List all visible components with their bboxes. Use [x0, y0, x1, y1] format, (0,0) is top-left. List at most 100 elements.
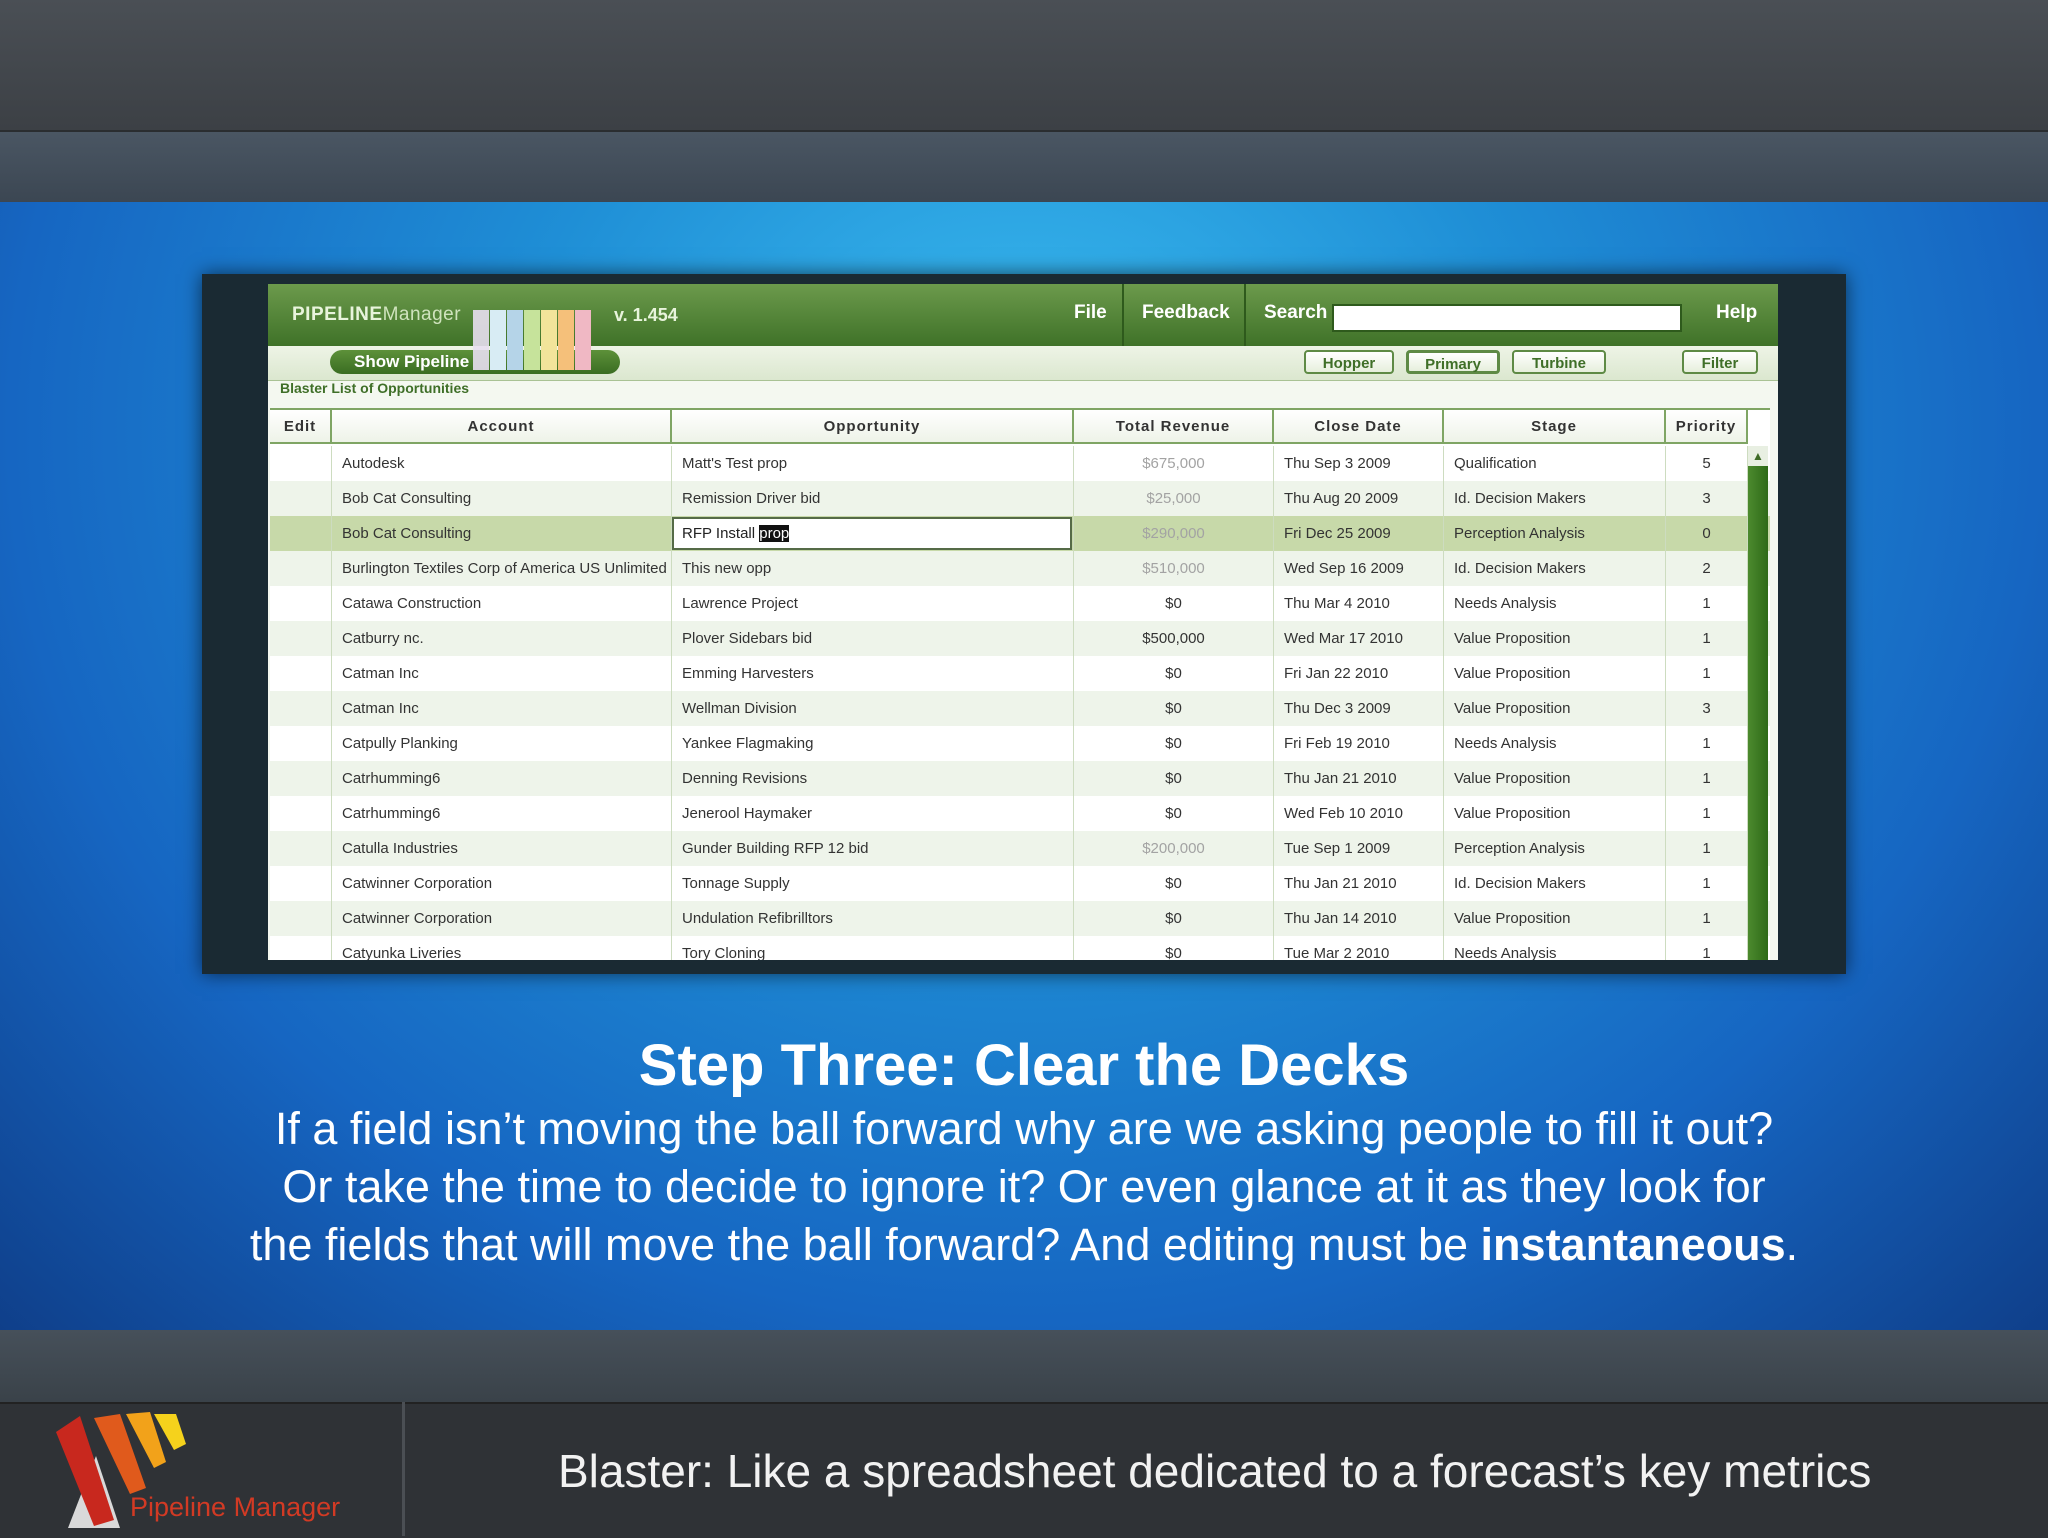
- revenue-cell[interactable]: $0: [1074, 586, 1274, 621]
- filter-button[interactable]: Filter: [1682, 350, 1758, 374]
- close-date-cell[interactable]: Thu Aug 20 2009: [1274, 481, 1444, 516]
- priority-cell[interactable]: 2: [1666, 551, 1748, 586]
- tab-hopper[interactable]: Hopper: [1304, 350, 1394, 374]
- close-date-cell[interactable]: Thu Jan 21 2010: [1274, 761, 1444, 796]
- priority-cell[interactable]: 1: [1666, 901, 1748, 936]
- priority-cell[interactable]: 1: [1666, 586, 1748, 621]
- opportunity-cell[interactable]: Denning Revisions: [672, 761, 1074, 796]
- opportunity-edit-input[interactable]: RFP Install prop: [672, 517, 1072, 550]
- close-date-cell[interactable]: Fri Dec 25 2009: [1274, 516, 1444, 551]
- account-cell[interactable]: Catman Inc: [332, 691, 672, 726]
- priority-cell[interactable]: 1: [1666, 726, 1748, 761]
- opportunity-cell[interactable]: Undulation Refibrilltors: [672, 901, 1074, 936]
- account-cell[interactable]: Catulla Industries: [332, 831, 672, 866]
- col-header-account[interactable]: Account: [332, 410, 672, 444]
- close-date-cell[interactable]: Tue Sep 1 2009: [1274, 831, 1444, 866]
- close-date-cell[interactable]: Wed Sep 16 2009: [1274, 551, 1444, 586]
- priority-cell[interactable]: 1: [1666, 656, 1748, 691]
- close-date-cell[interactable]: Wed Mar 17 2010: [1274, 621, 1444, 656]
- tab-turbine[interactable]: Turbine: [1512, 350, 1606, 374]
- revenue-cell[interactable]: $290,000: [1074, 516, 1274, 551]
- account-cell[interactable]: Catwinner Corporation: [332, 901, 672, 936]
- table-row[interactable]: Catburry nc. Plover Sidebars bid $500,000 W…: [270, 621, 1770, 656]
- account-cell[interactable]: Catawa Construction: [332, 586, 672, 621]
- revenue-cell[interactable]: $675,000: [1074, 446, 1274, 481]
- edit-cell[interactable]: [270, 796, 332, 831]
- stage-cell[interactable]: Id. Decision Makers: [1444, 551, 1666, 586]
- edit-cell[interactable]: [270, 656, 332, 691]
- edit-cell[interactable]: [270, 901, 332, 936]
- account-cell[interactable]: Bob Cat Consulting: [332, 481, 672, 516]
- priority-cell[interactable]: 1: [1666, 621, 1748, 656]
- close-date-cell[interactable]: Thu Jan 21 2010: [1274, 866, 1444, 901]
- account-cell[interactable]: Catrhumming6: [332, 796, 672, 831]
- opportunity-cell[interactable]: Jenerool Haymaker: [672, 796, 1074, 831]
- table-row[interactable]: Catwinner Corporation Tonnage Supply $0 Thu…: [270, 866, 1770, 901]
- col-header-close-date[interactable]: Close Date: [1274, 410, 1444, 444]
- table-row[interactable]: Catyunka Liveries Tory Cloning $0 Tue Mar 2…: [270, 936, 1770, 960]
- stage-cell[interactable]: Value Proposition: [1444, 656, 1666, 691]
- opportunity-cell[interactable]: Lawrence Project: [672, 586, 1074, 621]
- close-date-cell[interactable]: Fri Jan 22 2010: [1274, 656, 1444, 691]
- revenue-cell[interactable]: $0: [1074, 726, 1274, 761]
- priority-cell[interactable]: 1: [1666, 761, 1748, 796]
- account-cell[interactable]: Catyunka Liveries: [332, 936, 672, 960]
- account-cell[interactable]: Autodesk: [332, 446, 672, 481]
- opportunity-cell[interactable]: Plover Sidebars bid: [672, 621, 1074, 656]
- stage-cell[interactable]: Perception Analysis: [1444, 516, 1666, 551]
- col-header-stage[interactable]: Stage: [1444, 410, 1666, 444]
- edit-cell[interactable]: [270, 831, 332, 866]
- stage-cell[interactable]: Qualification: [1444, 446, 1666, 481]
- menu-help[interactable]: Help: [1716, 302, 1757, 324]
- revenue-cell[interactable]: $0: [1074, 691, 1274, 726]
- edit-cell[interactable]: [270, 516, 332, 551]
- opportunity-cell[interactable]: Tonnage Supply: [672, 866, 1074, 901]
- account-cell[interactable]: Catpully Planking: [332, 726, 672, 761]
- priority-cell[interactable]: 3: [1666, 691, 1748, 726]
- table-row[interactable]: Catrhumming6 Denning Revisions $0 Thu Jan 2…: [270, 761, 1770, 796]
- opportunity-cell[interactable]: Emming Harvesters: [672, 656, 1074, 691]
- table-row[interactable]: Catman Inc Wellman Division $0 Thu Dec 3 20…: [270, 691, 1770, 726]
- revenue-cell[interactable]: $0: [1074, 656, 1274, 691]
- revenue-cell[interactable]: $0: [1074, 796, 1274, 831]
- priority-cell[interactable]: 1: [1666, 796, 1748, 831]
- stage-cell[interactable]: Perception Analysis: [1444, 831, 1666, 866]
- opportunity-cell[interactable]: Tory Cloning: [672, 936, 1074, 960]
- opportunity-cell[interactable]: Remission Driver bid: [672, 481, 1074, 516]
- edit-cell[interactable]: [270, 936, 332, 960]
- table-row[interactable]: Catman Inc Emming Harvesters $0 Fri Jan 22 …: [270, 656, 1770, 691]
- edit-cell[interactable]: [270, 586, 332, 621]
- menu-feedback[interactable]: Feedback: [1142, 302, 1230, 324]
- col-header-priority[interactable]: Priority: [1666, 410, 1748, 444]
- close-date-cell[interactable]: Tue Mar 2 2010: [1274, 936, 1444, 960]
- priority-cell[interactable]: 1: [1666, 831, 1748, 866]
- table-row[interactable]: Bob Cat Consulting Remission Driver bid $2…: [270, 481, 1770, 516]
- revenue-cell[interactable]: $0: [1074, 761, 1274, 796]
- tab-primary[interactable]: Primary: [1406, 350, 1500, 374]
- close-date-cell[interactable]: Thu Mar 4 2010: [1274, 586, 1444, 621]
- edit-cell[interactable]: [270, 726, 332, 761]
- menu-file[interactable]: File: [1074, 302, 1107, 324]
- opportunity-cell[interactable]: This new opp: [672, 551, 1074, 586]
- revenue-cell[interactable]: $25,000: [1074, 481, 1274, 516]
- scroll-up-icon[interactable]: ▲: [1748, 446, 1768, 466]
- account-cell[interactable]: Catwinner Corporation: [332, 866, 672, 901]
- close-date-cell[interactable]: Thu Dec 3 2009: [1274, 691, 1444, 726]
- revenue-cell[interactable]: $200,000: [1074, 831, 1274, 866]
- stage-cell[interactable]: Value Proposition: [1444, 901, 1666, 936]
- opportunity-cell[interactable]: RFP Install prop: [672, 516, 1074, 551]
- stage-cell[interactable]: Needs Analysis: [1444, 586, 1666, 621]
- stage-cell[interactable]: Value Proposition: [1444, 621, 1666, 656]
- priority-cell[interactable]: 1: [1666, 936, 1748, 960]
- priority-cell[interactable]: 0: [1666, 516, 1748, 551]
- table-row[interactable]: Bob Cat Consulting RFP Install prop $290,0…: [270, 516, 1770, 551]
- col-header-edit[interactable]: Edit: [270, 410, 332, 444]
- edit-cell[interactable]: [270, 691, 332, 726]
- table-row[interactable]: Catrhumming6 Jenerool Haymaker $0 Wed Feb 1…: [270, 796, 1770, 831]
- stage-cell[interactable]: Id. Decision Makers: [1444, 866, 1666, 901]
- table-row[interactable]: Catpully Planking Yankee Flagmaking $0 Fri …: [270, 726, 1770, 761]
- stage-cell[interactable]: Value Proposition: [1444, 691, 1666, 726]
- close-date-cell[interactable]: Thu Sep 3 2009: [1274, 446, 1444, 481]
- revenue-cell[interactable]: $0: [1074, 901, 1274, 936]
- edit-cell[interactable]: [270, 446, 332, 481]
